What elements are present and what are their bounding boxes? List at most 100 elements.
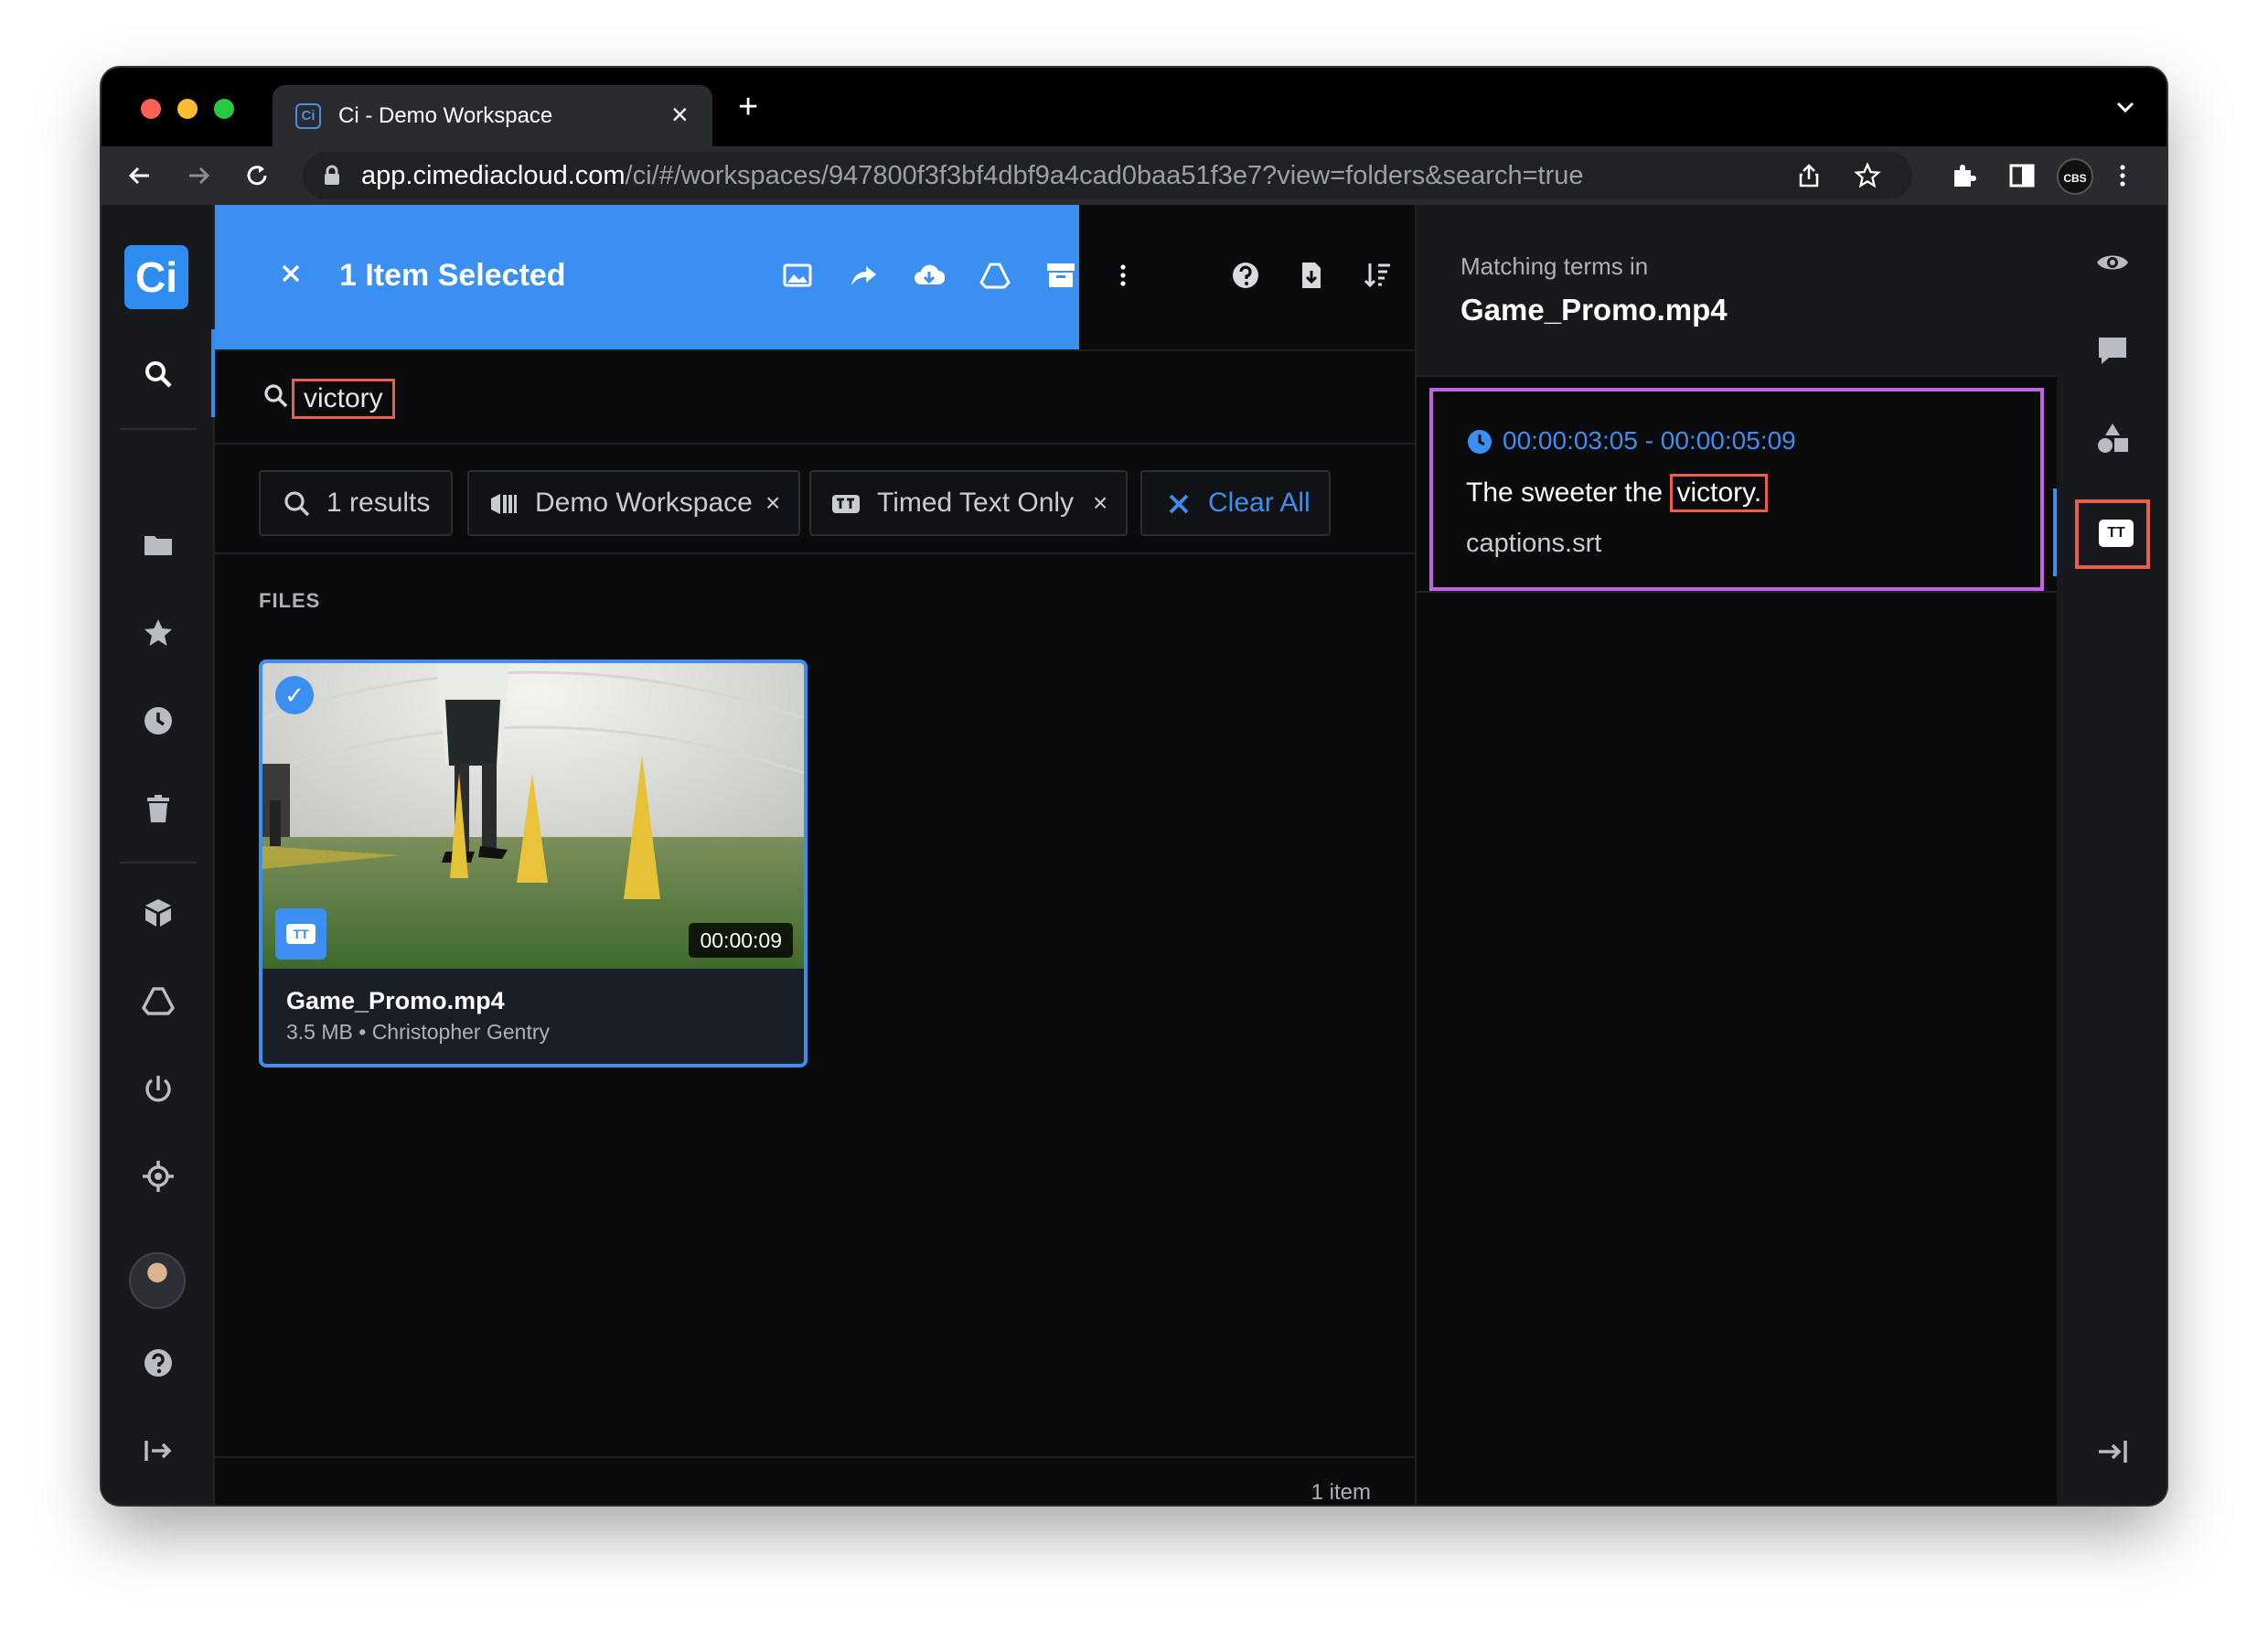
workspace-chip[interactable]: Demo Workspace ×: [467, 470, 800, 536]
tab-title: Ci - Demo Workspace: [338, 103, 553, 128]
archive-icon[interactable]: [1045, 260, 1076, 291]
matching-terms-panel: Matching terms in Game_Promo.mp4 00:00:0…: [1417, 205, 2057, 1505]
lock-icon: [325, 165, 339, 185]
star-icon[interactable]: [142, 617, 175, 649]
image-icon[interactable]: [782, 260, 813, 291]
browser-toolbar: app.cimediacloud.com/ci/#/workspaces/947…: [102, 146, 2166, 205]
browser-tab[interactable]: Ci Ci - Demo Workspace ×: [273, 85, 712, 146]
trash-icon[interactable]: [142, 792, 175, 825]
match-result[interactable]: 00:00:03:05 - 00:00:05:09 The sweeter th…: [1417, 377, 2057, 593]
app-root: Ci 1 Item Selected victory 1 results Dem…: [102, 205, 2166, 1505]
file-name[interactable]: Game_Promo.mp4: [286, 987, 505, 1015]
new-tab-button[interactable]: +: [738, 90, 758, 124]
collapse-panel-icon[interactable]: [2095, 1434, 2130, 1469]
duration-badge: 00:00:09: [689, 923, 793, 958]
panel-title: Game_Promo.mp4: [1460, 293, 1728, 327]
tt-badge-icon: TT: [275, 908, 326, 960]
extensions-icon[interactable]: [1949, 161, 1978, 190]
comment-icon[interactable]: [2095, 333, 2130, 368]
file-card[interactable]: ✓ TT 00:00:09 Game_Promo.mp4 3.5 MB • Ch…: [259, 660, 808, 1067]
file-meta: 3.5 MB • Christopher Gentry: [286, 1020, 550, 1044]
cloud-download-icon[interactable]: [914, 260, 945, 291]
remove-workspace-filter-icon[interactable]: ×: [765, 472, 780, 534]
minimize-window-button[interactable]: [177, 99, 198, 119]
workspace-icon: [491, 494, 517, 514]
tt-icon: TT: [2099, 520, 2134, 547]
selection-bar: 1 Item Selected: [215, 205, 1126, 349]
clear-all-label: Clear All: [1208, 488, 1311, 518]
search-icon: [264, 384, 288, 408]
caption-file: captions.srt: [1466, 529, 1602, 558]
clock-icon: [1468, 430, 1492, 454]
workspace-chip-label: Demo Workspace: [535, 488, 753, 518]
nav-divider: [120, 428, 197, 430]
tt-icon: [832, 495, 860, 513]
files-section-label: FILES: [259, 589, 321, 612]
sort-icon[interactable]: [1362, 260, 1393, 291]
sidebar-toggle-icon[interactable]: [2007, 161, 2037, 190]
app-logo[interactable]: Ci: [124, 245, 188, 309]
forward-icon[interactable]: [184, 161, 213, 190]
panel-header: Matching terms in Game_Promo.mp4: [1417, 205, 2057, 377]
share-page-icon[interactable]: [1795, 162, 1823, 189]
browser-menu-icon[interactable]: [2108, 161, 2137, 190]
back-icon[interactable]: [125, 161, 155, 190]
clear-selection-icon[interactable]: [277, 260, 305, 287]
reload-icon[interactable]: [242, 161, 272, 190]
help-icon[interactable]: [142, 1346, 175, 1379]
filter-chips: 1 results Demo Workspace × Timed Text On…: [215, 443, 1415, 543]
url-text: app.cimediacloud.com/ci/#/workspaces/947…: [361, 161, 1584, 190]
exit-icon[interactable]: [142, 1434, 175, 1467]
match-timecode[interactable]: 00:00:03:05 - 00:00:05:09: [1503, 426, 1796, 456]
main-content: 1 Item Selected victory 1 results Demo W…: [215, 205, 1456, 1505]
profile-avatar[interactable]: CBS: [2057, 158, 2093, 195]
search-input[interactable]: victory: [292, 379, 395, 419]
close-icon: [1169, 494, 1189, 514]
clear-all-button[interactable]: Clear All: [1140, 470, 1331, 536]
timed-text-chip-label: Timed Text Only: [877, 488, 1075, 518]
share-icon[interactable]: [848, 260, 879, 291]
video-thumbnail: ✓ TT 00:00:09: [262, 663, 804, 969]
power-icon[interactable]: [142, 1072, 175, 1105]
drive-icon[interactable]: [142, 984, 175, 1017]
more-icon[interactable]: [1107, 260, 1139, 291]
tab-close-icon[interactable]: ×: [671, 98, 689, 132]
timed-text-chip[interactable]: Timed Text Only ×: [809, 470, 1128, 536]
bookmark-star-icon[interactable]: [1854, 162, 1881, 189]
selected-check-icon[interactable]: ✓: [275, 676, 314, 714]
folder-icon[interactable]: [142, 529, 175, 562]
cube-icon[interactable]: [142, 896, 175, 929]
footer-divider: [215, 1456, 1415, 1458]
address-bar[interactable]: app.cimediacloud.com/ci/#/workspaces/947…: [303, 152, 1912, 199]
search-icon: [284, 491, 310, 517]
remove-timed-text-filter-icon[interactable]: ×: [1093, 472, 1107, 534]
match-result-highlight: 00:00:03:05 - 00:00:05:09 The sweeter th…: [1429, 388, 2044, 591]
nav-divider: [120, 862, 197, 863]
close-window-button[interactable]: [141, 99, 161, 119]
help-icon[interactable]: [1230, 260, 1261, 291]
maximize-window-button[interactable]: [214, 99, 234, 119]
left-nav: Ci: [102, 205, 215, 1505]
search-row: victory: [215, 349, 1415, 443]
browser-window: Ci Ci - Demo Workspace × + app.cimediacl…: [102, 68, 2166, 1505]
right-rail: TT: [2057, 205, 2166, 1505]
eye-icon[interactable]: [2095, 245, 2130, 280]
selection-title: 1 Item Selected: [339, 258, 566, 293]
match-caption: The sweeter the victory.: [1466, 474, 1769, 512]
shapes-icon[interactable]: [2095, 421, 2130, 456]
target-icon[interactable]: [142, 1160, 175, 1193]
clock-icon[interactable]: [142, 704, 175, 737]
results-count: 1 results: [326, 488, 431, 518]
export-icon[interactable]: [1296, 260, 1327, 291]
search-icon[interactable]: [142, 358, 175, 391]
chevron-down-icon[interactable]: [2112, 93, 2139, 121]
avatar[interactable]: [129, 1252, 186, 1309]
tab-bar: Ci Ci - Demo Workspace × +: [102, 68, 2166, 146]
item-count: 1 item: [1311, 1480, 1371, 1505]
matched-term: victory.: [1670, 474, 1769, 512]
results-chip: 1 results: [259, 470, 453, 536]
favicon-icon: Ci: [295, 103, 321, 129]
divider: [215, 552, 1415, 554]
timed-text-tab[interactable]: TT: [2075, 499, 2150, 569]
drive-icon[interactable]: [979, 260, 1011, 291]
